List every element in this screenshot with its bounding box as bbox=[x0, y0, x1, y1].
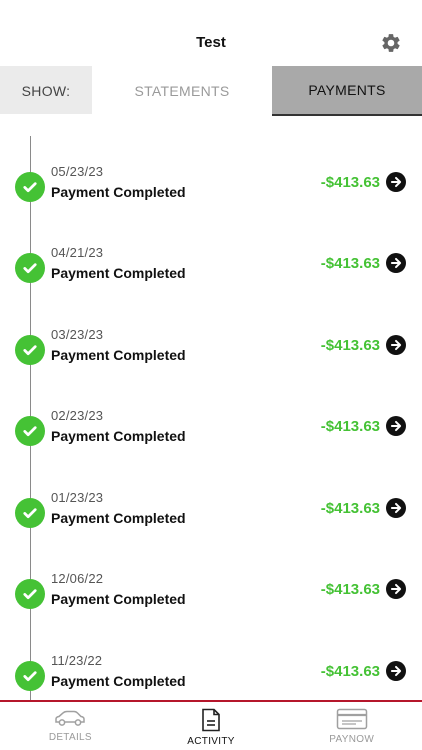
payment-amount: -$413.63 bbox=[320, 255, 380, 272]
arrow-right-icon[interactable] bbox=[386, 253, 406, 273]
check-icon bbox=[15, 498, 45, 528]
gear-icon[interactable] bbox=[380, 32, 402, 54]
check-icon bbox=[15, 172, 45, 202]
payment-status: Payment Completed bbox=[51, 265, 186, 281]
arrow-right-icon[interactable] bbox=[386, 661, 406, 681]
nav-activity-label: ACTIVITY bbox=[187, 736, 235, 747]
tab-payments[interactable]: PAYMENTS bbox=[272, 66, 422, 116]
check-icon bbox=[15, 416, 45, 446]
nav-details[interactable]: DETAILS bbox=[0, 702, 141, 750]
payment-amount: -$413.63 bbox=[320, 663, 380, 680]
payment-amount: -$413.63 bbox=[320, 500, 380, 517]
payment-amount: -$413.63 bbox=[320, 174, 380, 191]
list-item[interactable]: 12/06/22 Payment Completed -$413.63 bbox=[0, 567, 422, 627]
arrow-right-icon[interactable] bbox=[386, 172, 406, 192]
credit-card-icon bbox=[336, 708, 367, 730]
bottom-nav: DETAILS ACTIVITY PAYNOW bbox=[0, 700, 422, 750]
nav-details-label: DETAILS bbox=[48, 732, 92, 743]
payment-status: Payment Completed bbox=[51, 428, 186, 444]
check-icon bbox=[15, 579, 45, 609]
check-icon bbox=[15, 253, 45, 283]
arrow-right-icon[interactable] bbox=[386, 335, 406, 355]
check-icon bbox=[15, 661, 45, 691]
filter-tabs: SHOW: STATEMENTS PAYMENTS bbox=[0, 66, 422, 116]
payment-amount: -$413.63 bbox=[320, 418, 380, 435]
arrow-right-icon[interactable] bbox=[386, 579, 406, 599]
payment-date: 05/23/23 bbox=[51, 164, 104, 179]
payment-date: 03/23/23 bbox=[51, 327, 104, 342]
show-label: SHOW: bbox=[21, 83, 71, 99]
document-icon bbox=[202, 708, 220, 732]
payment-amount: -$413.63 bbox=[320, 337, 380, 354]
check-icon bbox=[15, 335, 45, 365]
payment-date: 12/06/22 bbox=[51, 571, 104, 586]
list-item[interactable]: 01/23/23 Payment Completed -$413.63 bbox=[0, 486, 422, 546]
list-item[interactable]: 05/23/23 Payment Completed -$413.63 bbox=[0, 160, 422, 220]
list-item[interactable]: 11/23/22 Payment Completed -$413.63 bbox=[0, 649, 422, 700]
payment-status: Payment Completed bbox=[51, 591, 186, 607]
car-icon bbox=[55, 710, 86, 726]
payment-list[interactable]: 05/23/23 Payment Completed -$413.63 04/2… bbox=[0, 116, 422, 700]
nav-paynow-label: PAYNOW bbox=[329, 734, 375, 745]
list-item[interactable]: 02/23/23 Payment Completed -$413.63 bbox=[0, 404, 422, 464]
nav-paynow[interactable]: PAYNOW bbox=[281, 702, 422, 750]
list-item[interactable]: 03/23/23 Payment Completed -$413.63 bbox=[0, 323, 422, 383]
arrow-right-icon[interactable] bbox=[386, 416, 406, 436]
page-title: Test bbox=[196, 34, 226, 51]
payment-date: 01/23/23 bbox=[51, 490, 104, 505]
payment-amount: -$413.63 bbox=[320, 581, 380, 598]
payment-status: Payment Completed bbox=[51, 673, 186, 689]
app-header: Test bbox=[0, 0, 422, 66]
list-item[interactable]: 04/21/23 Payment Completed -$413.63 bbox=[0, 241, 422, 301]
payment-date: 02/23/23 bbox=[51, 408, 104, 423]
payment-date: 11/23/22 bbox=[51, 653, 103, 668]
payment-status: Payment Completed bbox=[51, 510, 186, 526]
nav-activity[interactable]: ACTIVITY bbox=[141, 702, 282, 750]
payment-status: Payment Completed bbox=[51, 347, 186, 363]
payment-status: Payment Completed bbox=[51, 184, 186, 200]
payment-date: 04/21/23 bbox=[51, 245, 104, 260]
arrow-right-icon[interactable] bbox=[386, 498, 406, 518]
tab-statements[interactable]: STATEMENTS bbox=[92, 66, 272, 116]
